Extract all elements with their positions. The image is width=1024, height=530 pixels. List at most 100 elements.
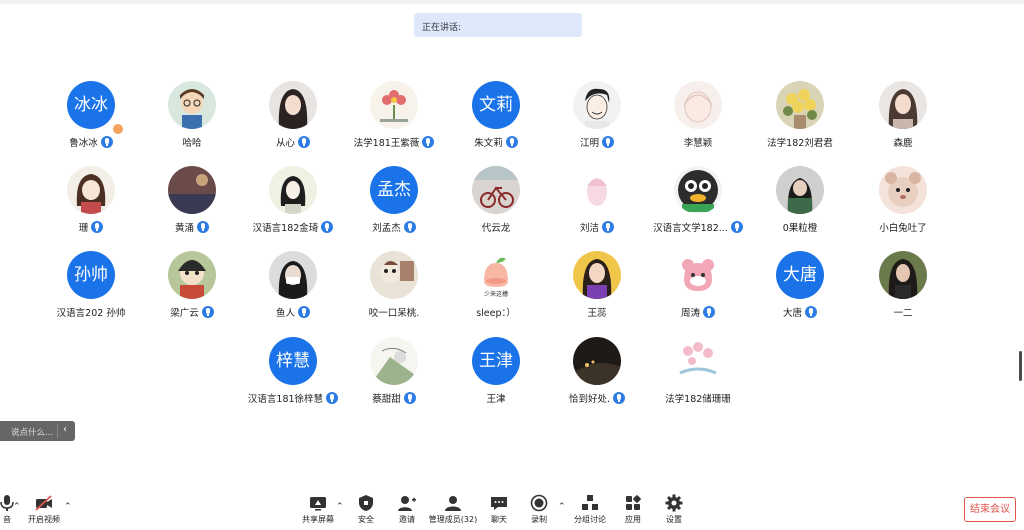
participant-tile[interactable]: 一二 <box>843 251 963 321</box>
chat-input[interactable]: 说点什么... ‹ <box>0 421 75 441</box>
participant-name: 恰到好处. <box>568 394 611 405</box>
participant-avatar <box>269 81 317 129</box>
microphone-icon <box>505 136 518 148</box>
chat-label: 聊天 <box>491 515 507 524</box>
video-options-caret-icon[interactable]: ⌃ <box>64 502 72 512</box>
participant-name-row: 小白兔吐了 <box>843 219 963 235</box>
participant-name: 汉语言181徐梓慧 <box>247 394 324 405</box>
participant-name: 梁广云 <box>170 308 199 319</box>
microphone-icon <box>201 306 214 318</box>
participant-name: 汉语言182金琦 <box>252 223 319 234</box>
participant-name: 哈哈 <box>182 138 202 149</box>
microphone-icon <box>197 221 209 233</box>
scrollbar[interactable] <box>1019 351 1022 381</box>
chat-placeholder: 说点什么... <box>11 428 54 438</box>
participant-name-row: 0果粒橙 <box>740 219 860 235</box>
participant-name: 汉语言文学182... <box>653 223 728 234</box>
security-label: 安全 <box>358 515 374 524</box>
participant-avatar <box>370 251 418 299</box>
participant-avatar <box>879 251 927 299</box>
participant-name: 法学181王紫薇 <box>353 138 420 149</box>
participant-avatar <box>674 166 722 214</box>
participant-avatar <box>168 166 216 214</box>
participant-avatar <box>67 166 115 214</box>
participant-avatar <box>168 251 216 299</box>
participant-name: 王津 <box>486 394 506 405</box>
participant-name: 朱文莉 <box>474 138 503 149</box>
participant-name: 森鹿 <box>893 138 913 149</box>
members-icon <box>445 496 461 511</box>
participant-name: 从心 <box>275 138 295 149</box>
share-screen-label: 共享屏幕 <box>302 515 334 524</box>
participant-name: 王蕊 <box>587 308 607 319</box>
participant-avatar <box>573 81 621 129</box>
settings-button[interactable]: 设置 <box>649 492 699 528</box>
participant-avatar: 梓慧 <box>269 337 317 385</box>
participant-name-row: 法学182刘君君 <box>740 134 860 150</box>
record-button[interactable]: 录制 <box>514 492 564 528</box>
video-off-icon <box>35 495 52 511</box>
participant-avatar: 大唐 <box>776 251 824 299</box>
participant-name: 大唐 <box>782 308 802 319</box>
participant-tile[interactable]: 法学182刘君君 <box>740 81 860 151</box>
participant-tile[interactable]: 大唐 大唐 <box>740 251 860 321</box>
participant-avatar <box>370 81 418 129</box>
participant-gallery: 冰冰 鲁冰冰 哈哈 从心 法学181王紫薇 文莉 朱文莉 江明 李慧颖 法学182刘君君 森鹿珊 黄涌… <box>0 0 1024 420</box>
microphone-icon <box>403 392 416 404</box>
chevron-left-icon[interactable]: ‹ <box>63 424 67 435</box>
participant-tile[interactable]: 法学182储珊珊 <box>638 337 758 407</box>
participant-name-row: 森鹿 <box>843 134 963 150</box>
settings-label: 设置 <box>666 515 682 524</box>
participant-tile[interactable]: 0果粒橙 <box>740 166 860 236</box>
participant-name: 李慧颖 <box>683 138 713 149</box>
microphone-icon <box>298 306 310 318</box>
video-button[interactable]: 开启视频 <box>19 492 69 528</box>
participant-avatar <box>879 166 927 214</box>
record-icon <box>530 494 548 512</box>
participant-name: 法学182储珊珊 <box>665 394 731 405</box>
participant-avatar: 孙帅 <box>67 251 115 299</box>
video-label: 开启视频 <box>28 515 60 524</box>
participant-avatar <box>879 81 927 129</box>
participant-name: 鱼人 <box>275 308 295 319</box>
chat-bubble-icon <box>491 497 507 510</box>
participant-tile[interactable]: 森鹿 <box>843 81 963 151</box>
microphone-icon <box>403 221 416 233</box>
share-screen-icon <box>310 497 326 511</box>
participant-avatar: 孟杰 <box>370 166 418 214</box>
apps-grid-icon <box>626 495 641 510</box>
participant-avatar <box>269 166 317 214</box>
participant-avatar <box>776 81 824 129</box>
participant-name: 小白兔吐了 <box>879 223 927 234</box>
participant-avatar <box>573 166 621 214</box>
microphone-icon <box>703 306 715 318</box>
participant-avatar: 王津 <box>472 337 520 385</box>
participant-name: sleep：） <box>476 308 516 319</box>
record-label: 录制 <box>531 515 547 524</box>
participant-name: 咬一口呆桃. <box>368 308 420 319</box>
participant-name: 法学182刘君君 <box>767 138 833 149</box>
apps-label: 应用 <box>625 515 641 524</box>
participant-name: 蔡甜甜 <box>372 394 401 405</box>
participant-avatar <box>674 81 722 129</box>
chat-divider <box>57 424 58 438</box>
end-meeting-button[interactable]: 结束会议 <box>964 497 1016 522</box>
participant-avatar: 文莉 <box>472 81 520 129</box>
microphone-icon <box>100 136 113 148</box>
breakout-rooms-icon <box>582 495 598 510</box>
participant-name: 一二 <box>893 308 913 319</box>
participant-tile[interactable]: 小白兔吐了 <box>843 166 963 236</box>
participant-avatar <box>776 166 824 214</box>
microphone-icon <box>805 306 817 318</box>
microphone-icon <box>602 221 614 233</box>
participant-avatar <box>269 251 317 299</box>
shield-icon <box>359 495 373 511</box>
audio-label: 音 <box>3 515 11 524</box>
manage-members-label: 管理成员(32) <box>428 515 478 524</box>
meeting-toolbar: 音 ⌃ 开启视频 ⌃ 共享屏幕 ⌃ 安全 邀请 管理成员(32) 聊天 录制 ⌃… <box>0 486 1024 530</box>
participant-avatar <box>370 337 418 385</box>
participant-avatar <box>573 251 621 299</box>
add-user-icon <box>398 496 416 511</box>
participant-name: 江明 <box>579 138 599 149</box>
microphone-icon <box>422 136 435 148</box>
